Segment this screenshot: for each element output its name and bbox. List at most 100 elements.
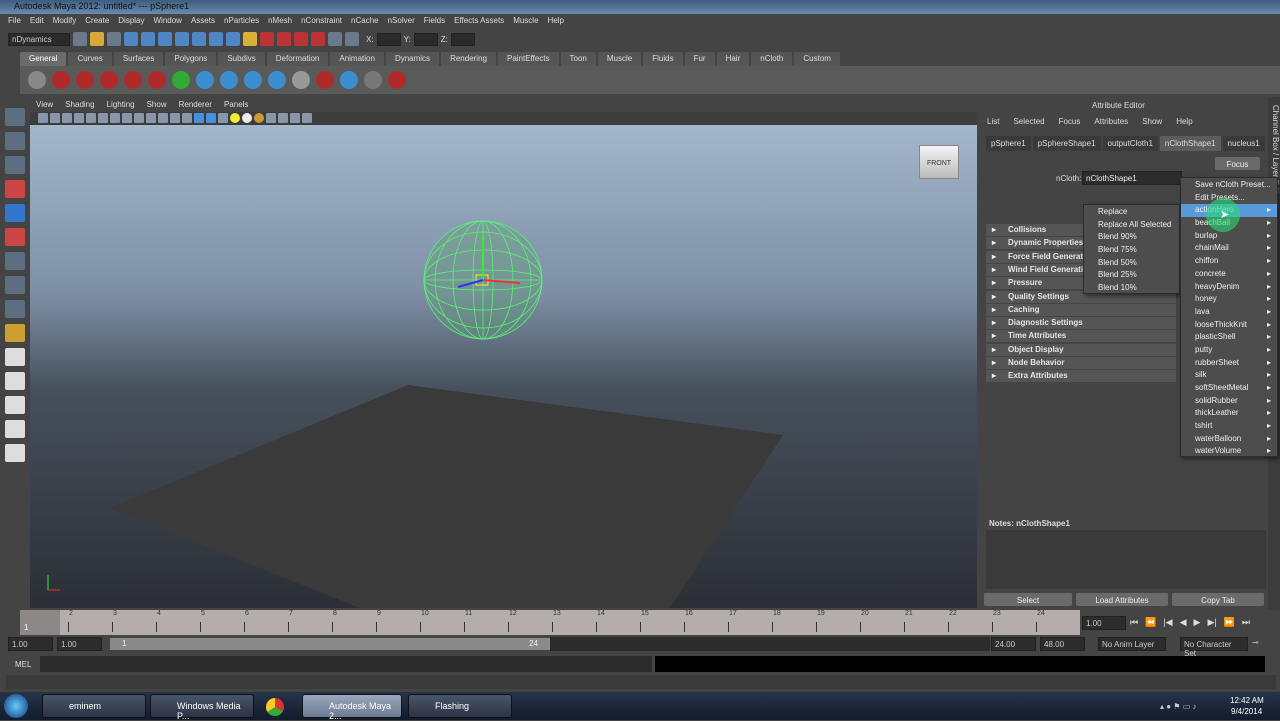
snap-curve-icon[interactable] <box>192 32 206 46</box>
select-by-hierarchy-icon[interactable] <box>124 32 138 46</box>
tray-icons[interactable]: ▴ ● ⚑ ▭ ♪ <box>1160 702 1196 711</box>
menu-create[interactable]: Create <box>85 16 109 27</box>
safe-title-icon[interactable] <box>170 113 180 123</box>
graph-layout-icon[interactable] <box>5 444 25 462</box>
playback-start-field[interactable]: 1.00 <box>57 637 102 651</box>
load-attributes-button[interactable]: Load Attributes <box>1076 593 1168 606</box>
smooth-shade-icon[interactable] <box>194 113 204 123</box>
bookmark-icon[interactable] <box>62 113 72 123</box>
shelf-tab-deformation[interactable]: Deformation <box>266 52 329 66</box>
viewport-menu-renderer[interactable]: Renderer <box>179 100 212 110</box>
shadows-icon[interactable] <box>254 113 264 123</box>
image-plane-icon[interactable] <box>74 113 84 123</box>
blend-option-replace[interactable]: Replace <box>1084 206 1179 219</box>
viewport-perspective[interactable]: FRONT <box>30 125 977 608</box>
shelf-tab-surfaces[interactable]: Surfaces <box>113 52 164 66</box>
snap-point-icon[interactable] <box>209 32 223 46</box>
menu-ncache[interactable]: nCache <box>351 16 379 27</box>
sphere-icon[interactable] <box>196 71 214 89</box>
render-icon[interactable] <box>277 32 291 46</box>
paint-select-icon[interactable] <box>5 156 25 174</box>
camera-icon[interactable] <box>38 113 48 123</box>
soft-mod-icon[interactable] <box>5 276 25 294</box>
play-icon[interactable] <box>172 71 190 89</box>
play-forwards-icon[interactable]: ▶ <box>1194 617 1201 628</box>
lasso-tool-icon[interactable] <box>5 132 25 150</box>
menu-display[interactable]: Display <box>118 16 144 27</box>
open-scene-icon[interactable] <box>90 32 104 46</box>
particles-icon[interactable] <box>244 71 262 89</box>
tab-nclothshape1[interactable]: nClothShape1 <box>1159 136 1221 151</box>
tab-psphereshape1[interactable]: pSphereShape1 <box>1032 136 1101 151</box>
last-tool-icon[interactable] <box>5 300 25 318</box>
end-time-field[interactable]: 48.00 <box>1040 637 1085 651</box>
shelf-tab-polygons[interactable]: Polygons <box>165 52 217 66</box>
taskbar-maya[interactable]: Autodesk Maya 2... <box>302 694 402 721</box>
constraint-icon[interactable] <box>148 71 166 89</box>
shelf-menu-icon[interactable] <box>28 71 46 89</box>
viewport-menu-show[interactable]: Show <box>147 100 167 110</box>
step-back-frame-icon[interactable]: |◀ <box>1163 617 1172 628</box>
section-caching[interactable]: Caching <box>986 303 1176 316</box>
preset-honey[interactable]: honey <box>1181 293 1277 306</box>
command-input[interactable] <box>40 656 652 672</box>
ae-menu-focus[interactable]: Focus <box>1059 117 1081 126</box>
resolution-gate-icon[interactable] <box>122 113 132 123</box>
menuset-dropdown[interactable]: nDynamics <box>8 32 70 46</box>
current-frame-marker[interactable]: 1 <box>20 610 60 635</box>
preset-silk[interactable]: silk <box>1181 369 1277 382</box>
cache-icon[interactable] <box>364 71 382 89</box>
preset-chiffon[interactable]: chiffon <box>1181 255 1277 268</box>
clock-time[interactable]: 12:42 AM <box>1230 696 1264 705</box>
character-set-dropdown[interactable]: No Character Set <box>1180 637 1248 658</box>
x-field[interactable] <box>376 32 401 46</box>
constraint-icon[interactable] <box>124 71 142 89</box>
cloth-icon[interactable] <box>340 71 358 89</box>
shelf-tab-dynamics[interactable]: Dynamics <box>385 52 440 66</box>
menu-fields[interactable]: Fields <box>424 16 445 27</box>
copy-tab-button[interactable]: Copy Tab <box>1172 593 1264 606</box>
outliner-layout-icon[interactable] <box>5 420 25 438</box>
ae-menu-selected[interactable]: Selected <box>1013 117 1044 126</box>
step-forward-key-icon[interactable]: ⏩ <box>1224 617 1235 628</box>
playback-end-field[interactable]: 24.00 <box>991 637 1036 651</box>
select-by-object-icon[interactable] <box>141 32 155 46</box>
anim-layer-dropdown[interactable]: No Anim Layer <box>1098 637 1166 651</box>
constraint-icon[interactable] <box>100 71 118 89</box>
shelf-tab-toon[interactable]: Toon <box>560 52 596 66</box>
rotate-tool-icon[interactable] <box>5 204 25 222</box>
y-field[interactable] <box>413 32 438 46</box>
field-chart-icon[interactable] <box>146 113 156 123</box>
section-diagnostic-settings[interactable]: Diagnostic Settings <box>986 317 1176 330</box>
shelf-tab-rendering[interactable]: Rendering <box>441 52 496 66</box>
snap-grid-icon[interactable] <box>175 32 189 46</box>
preset-rubbersheet[interactable]: rubberSheet <box>1181 357 1277 370</box>
help-shelf-icon[interactable] <box>52 71 70 89</box>
shelf-tab-hair[interactable]: Hair <box>716 52 750 66</box>
xray-joints-icon[interactable] <box>278 113 288 123</box>
ipr-render-icon[interactable] <box>294 32 308 46</box>
default-light-icon[interactable] <box>230 113 240 123</box>
layout-icon[interactable] <box>5 324 25 342</box>
section-time-attributes[interactable]: Time Attributes <box>986 330 1176 343</box>
menu-nconstraint[interactable]: nConstraint <box>301 16 342 27</box>
xray-active-icon[interactable] <box>290 113 300 123</box>
shelf-tab-subdivs[interactable]: Subdivs <box>218 52 265 66</box>
camera-attributes-icon[interactable] <box>50 113 60 123</box>
menu-edit[interactable]: Edit <box>30 16 44 27</box>
preset-putty[interactable]: putty <box>1181 344 1277 357</box>
shelf-tab-painteffects[interactable]: PaintEffects <box>497 52 559 66</box>
section-node-behavior[interactable]: Node Behavior <box>986 357 1176 369</box>
history-icon[interactable] <box>260 32 274 46</box>
start-button[interactable] <box>4 694 28 718</box>
ae-menu-show[interactable]: Show <box>1142 117 1162 126</box>
go-to-start-icon[interactable]: ⏮ <box>1130 617 1138 628</box>
ae-menu-attributes[interactable]: Attributes <box>1094 117 1128 126</box>
menu-modify[interactable]: Modify <box>53 16 77 27</box>
taskbar-flashing[interactable]: Flashing <box>408 694 512 718</box>
viewport-menu-lighting[interactable]: Lighting <box>107 100 135 110</box>
single-view-layout-icon[interactable] <box>5 348 25 366</box>
shelf-tab-curves[interactable]: Curves <box>68 52 112 66</box>
save-scene-icon[interactable] <box>107 32 121 46</box>
preset-menu-save-ncloth-preset[interactable]: Save nCloth Preset... <box>1181 179 1277 192</box>
